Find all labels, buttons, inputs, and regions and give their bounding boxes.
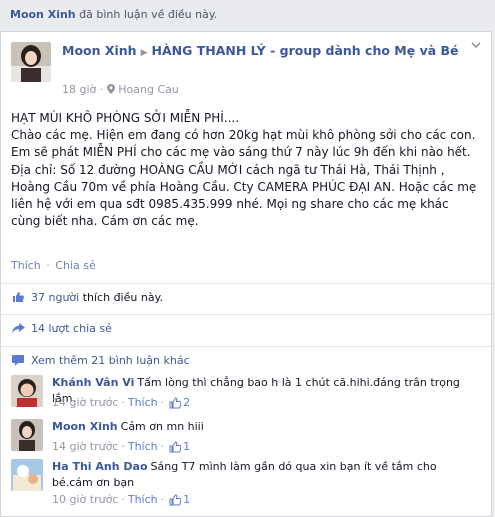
post-group-link[interactable]: HÀNG THANH LÝ - group dành cho Mẹ và Bé — [152, 43, 459, 58]
post-time[interactable]: 18 giờ — [62, 83, 96, 96]
story-author-link[interactable]: Moon Xinh — [10, 8, 76, 21]
comment-author-avatar[interactable] — [11, 419, 43, 451]
meta-separator: · — [160, 396, 165, 409]
comment-like-button[interactable]: Thích — [128, 396, 158, 409]
divider — [1, 314, 491, 315]
comment-like-number: 1 — [183, 493, 191, 506]
more-comments-link[interactable]: Xem thêm 21 bình luận khác — [31, 354, 190, 367]
thumbs-up-icon — [169, 396, 182, 408]
comment-time[interactable]: 10 giờ trước — [52, 493, 118, 506]
divider — [1, 283, 491, 284]
comment-time[interactable]: 14 giờ trước — [52, 440, 118, 453]
share-icon — [11, 321, 25, 335]
comment-text: Cảm ơn mn hiii — [120, 420, 204, 433]
post-author-link[interactable]: Moon Xinh — [62, 43, 137, 58]
post-card: Moon Xinh ▶ HÀNG THANH LÝ - group dành cho… — [0, 31, 492, 517]
like-button[interactable]: Thích — [11, 259, 41, 272]
thumbs-up-icon — [169, 440, 182, 452]
meta-separator: · — [160, 440, 165, 453]
chevron-down-icon[interactable] — [469, 40, 483, 54]
comment-text-block: Ha Thi Anh Dao Sáng T7 mình làm gần dó qu… — [52, 459, 472, 490]
post-meta: 18 giờ · Hoang Cau — [62, 83, 179, 96]
divider — [1, 346, 491, 347]
meta-separator: · — [121, 493, 125, 506]
comment-icon — [11, 353, 25, 367]
thumbs-up-icon — [169, 493, 182, 505]
comment-like-count[interactable]: 1 — [169, 440, 190, 453]
likes-count-link[interactable]: 37 người — [31, 291, 79, 304]
action-separator: · — [46, 259, 50, 272]
comment-author-link[interactable]: Moon Xinh — [52, 420, 118, 433]
comment-author-link[interactable]: Ha Thi Anh Dao — [52, 460, 148, 473]
meta-separator: · — [160, 493, 165, 506]
comment-like-count[interactable]: 1 — [169, 493, 190, 506]
post-body-text: HẠT MÙI KHÔ PHÒNG SỞI MIỄN PHÍ.... Chào … — [11, 111, 477, 229]
comment-author-link[interactable]: Khánh Vân Vi — [52, 376, 134, 389]
comment-item: Ha Thi Anh Dao Sáng T7 mình làm gần dó qu… — [11, 459, 481, 511]
comment-item: Moon Xinh Cảm ơn mn hiii 14 giờ trước · T… — [11, 419, 481, 459]
post-author-avatar[interactable] — [11, 42, 51, 82]
post-body: HẠT MÙI KHÔ PHÒNG SỞI MIỄN PHÍ.... Chào … — [11, 110, 481, 230]
comment-time[interactable]: 14 giờ trước — [52, 396, 118, 409]
comment-like-count[interactable]: 2 — [169, 396, 190, 409]
comment-meta: 10 giờ trước · Thích · 1 — [52, 493, 190, 506]
shares-count-link[interactable]: 14 lượt chia sẻ — [31, 322, 112, 335]
shares-summary: 14 lượt chia sẻ — [11, 321, 112, 335]
likes-suffix: thích điều này. — [82, 290, 164, 304]
post-actions: Thích · Chia sẻ — [11, 259, 96, 272]
comment-author-avatar[interactable] — [11, 375, 43, 407]
comment-like-button[interactable]: Thích — [128, 440, 158, 453]
thumbs-up-icon — [11, 290, 25, 304]
comment-text-block: Moon Xinh Cảm ơn mn hiii — [52, 419, 472, 435]
post-title: Moon Xinh ▶ HÀNG THANH LÝ - group dành cho… — [62, 41, 462, 63]
comment-author-avatar[interactable] — [11, 459, 43, 491]
comment-meta: 14 giờ trước · Thích · 1 — [52, 440, 190, 453]
triangle-right-icon: ▶ — [140, 48, 148, 58]
post-location[interactable]: Hoang Cau — [118, 83, 179, 96]
comment-item: Khánh Vân Vi Tấm lòng thì chẳng bao h là … — [11, 375, 481, 415]
story-action-text: đã bình luận về điều này. — [79, 8, 218, 21]
meta-separator: · — [121, 440, 125, 453]
comment-like-button[interactable]: Thích — [128, 493, 158, 506]
story-header: Moon Xinh đã bình luận về điều này. — [0, 0, 495, 30]
share-button[interactable]: Chia sẻ — [55, 259, 95, 272]
comment-meta: 14 giờ trước · Thích · 2 — [52, 396, 190, 409]
post-header: Moon Xinh ▶ HÀNG THANH LÝ - group dành cho… — [11, 40, 483, 100]
meta-separator: · — [121, 396, 125, 409]
comment-like-number: 2 — [183, 396, 191, 409]
meta-separator: · — [99, 83, 104, 96]
location-pin-icon — [106, 84, 115, 94]
comment-like-number: 1 — [183, 440, 191, 453]
likes-summary: 37 người thích điều này. — [11, 290, 163, 304]
more-comments-row: Xem thêm 21 bình luận khác — [11, 353, 190, 367]
